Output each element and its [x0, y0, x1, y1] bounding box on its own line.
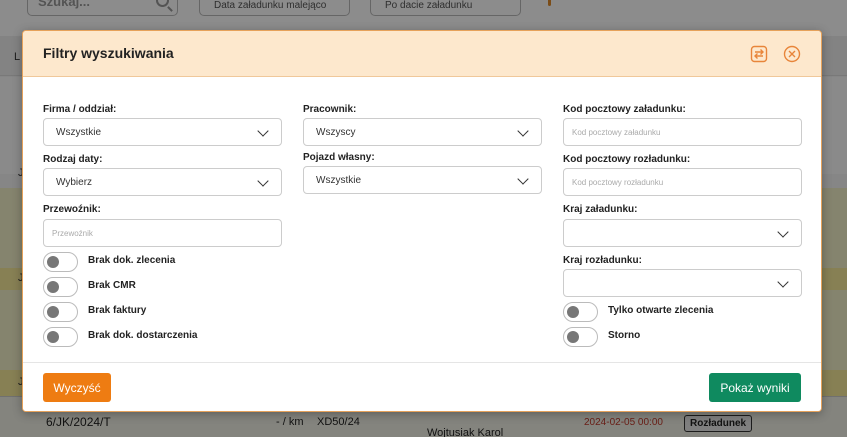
chevron-down-icon — [257, 125, 269, 137]
storno-switch[interactable] — [563, 327, 598, 347]
switch-knob — [47, 331, 59, 343]
date-type-select-value: Wybierz — [56, 177, 93, 188]
no-cmr-label: Brak CMR — [88, 280, 136, 291]
employee-select-value: Wszyscy — [316, 127, 356, 138]
carrier-label: Przewoźnik: — [43, 204, 101, 215]
chevron-down-icon — [257, 175, 269, 187]
filters-modal: Filtry wyszukiwania Firma / oddział: Wsz… — [22, 30, 822, 412]
switch-knob — [47, 306, 59, 318]
unloading-postcode-input[interactable] — [563, 168, 802, 196]
loading-country-label: Kraj załadunku: — [563, 204, 638, 215]
modal-footer: Wyczyść Pokaż wyniki — [23, 362, 821, 411]
employee-label: Pracownik: — [303, 104, 357, 115]
unloading-country-label: Kraj rozładunku: — [563, 255, 642, 266]
chevron-down-icon — [517, 173, 529, 185]
employee-select[interactable]: Wszyscy — [303, 118, 542, 146]
close-icon[interactable] — [783, 45, 801, 63]
no-order-doc-label: Brak dok. zlecenia — [88, 255, 176, 266]
loading-country-select[interactable] — [563, 219, 802, 247]
company-select[interactable]: Wszystkie — [43, 118, 282, 146]
switch-knob — [567, 306, 579, 318]
chevron-down-icon — [517, 125, 529, 137]
company-label: Firma / oddział: — [43, 104, 117, 115]
toggle-no-delivery-doc[interactable]: Brak dok. dostarczenia — [43, 327, 283, 347]
unloading-postcode-label: Kod pocztowy rozładunku: — [563, 154, 691, 165]
modal-title: Filtry wyszukiwania — [43, 45, 174, 61]
toggle-no-order-doc[interactable]: Brak dok. zlecenia — [43, 252, 283, 272]
loading-postcode-label: Kod pocztowy załadunku: — [563, 104, 686, 115]
toggle-storno[interactable]: Storno — [563, 327, 803, 347]
loading-postcode-input[interactable] — [563, 118, 802, 146]
no-invoice-switch[interactable] — [43, 302, 78, 322]
switch-knob — [47, 281, 59, 293]
own-vehicle-select-value: Wszystkie — [316, 175, 361, 186]
date-type-select[interactable]: Wybierz — [43, 168, 282, 196]
chevron-down-icon — [777, 226, 789, 238]
no-invoice-label: Brak faktury — [88, 305, 147, 316]
date-type-label: Rodzaj daty: — [43, 154, 103, 165]
toggle-only-open-orders[interactable]: Tylko otwarte zlecenia — [563, 302, 803, 322]
only-open-orders-label: Tylko otwarte zlecenia — [608, 305, 714, 316]
own-vehicle-select[interactable]: Wszystkie — [303, 166, 542, 194]
company-select-value: Wszystkie — [56, 127, 101, 138]
clear-button[interactable]: Wyczyść — [43, 373, 111, 402]
no-delivery-doc-label: Brak dok. dostarczenia — [88, 330, 198, 341]
swap-icon[interactable] — [750, 45, 768, 63]
no-delivery-doc-switch[interactable] — [43, 327, 78, 347]
show-results-button[interactable]: Pokaż wyniki — [709, 373, 801, 402]
modal-header: Filtry wyszukiwania — [23, 31, 821, 77]
toggle-no-invoice[interactable]: Brak faktury — [43, 302, 283, 322]
no-order-doc-switch[interactable] — [43, 252, 78, 272]
chevron-down-icon — [777, 276, 789, 288]
no-cmr-switch[interactable] — [43, 277, 78, 297]
switch-knob — [47, 256, 59, 268]
own-vehicle-label: Pojazd własny: — [303, 152, 375, 163]
carrier-input[interactable] — [43, 219, 282, 247]
switch-knob — [567, 331, 579, 343]
storno-label: Storno — [608, 330, 641, 341]
only-open-orders-switch[interactable] — [563, 302, 598, 322]
unloading-country-select[interactable] — [563, 269, 802, 297]
toggle-no-cmr[interactable]: Brak CMR — [43, 277, 283, 297]
